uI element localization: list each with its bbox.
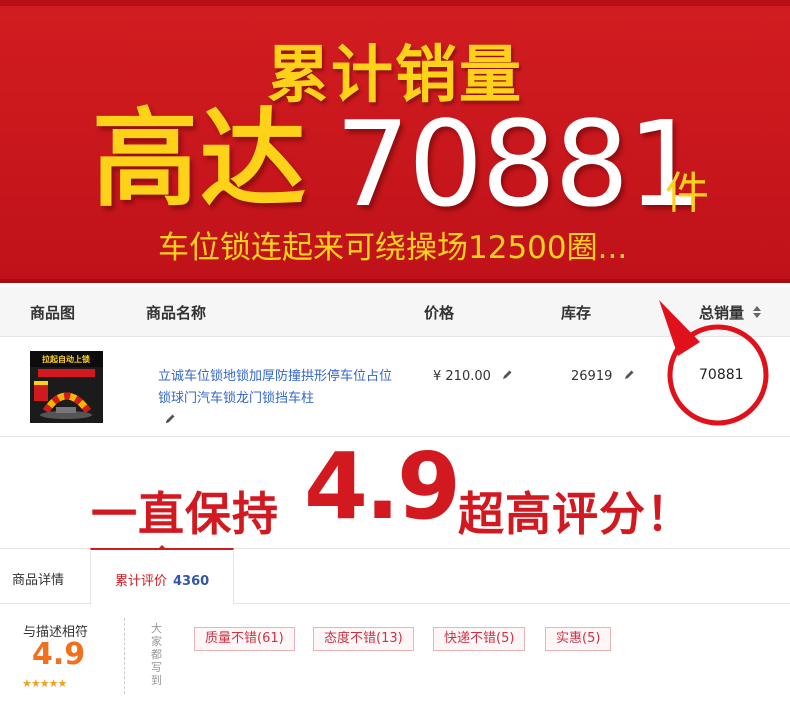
everyone-writes-label: 大家都写到 — [151, 622, 162, 687]
price-cell: ¥ 210.00 — [433, 369, 513, 384]
price-value: ¥ 210.00 — [433, 369, 491, 384]
rating-banner-suffix: 超高评分！ — [458, 487, 693, 541]
review-tag-quality[interactable]: 质量不错(61) — [194, 627, 295, 651]
banner-top-stripe — [0, 0, 790, 6]
tab-bar: 商品详情 累计评价 4360 — [0, 548, 790, 605]
sort-icon[interactable] — [752, 304, 762, 320]
banner-unit: 件 — [665, 168, 709, 219]
header-price: 价格 — [424, 304, 455, 322]
desc-match-score: 4.9 — [32, 637, 86, 672]
rating-stars-icon: ★★★★★ — [22, 677, 67, 690]
active-tab-caret-icon — [157, 545, 167, 550]
table-header: 商品图 商品名称 价格 库存 总销量 — [0, 287, 790, 337]
thumb-caption: 拉起自动上锁 — [42, 354, 90, 364]
tab-reviews[interactable]: 累计评价 4360 — [90, 548, 234, 605]
edit-stock-icon[interactable] — [623, 369, 635, 381]
product-name[interactable]: 立诚车位锁地锁加厚防撞拱形停车位占位锁球门汽车锁龙门锁挡车柱 — [158, 369, 392, 406]
tab-product-detail[interactable]: 商品详情 — [0, 549, 90, 605]
rating-banner-score: 4.9 — [304, 433, 461, 540]
banner-subtitle: 车位锁连起来可绕操场12500圈... — [158, 230, 628, 266]
header-image: 商品图 — [30, 304, 76, 322]
total-sales-value: 70881 — [699, 367, 744, 383]
product-thumbnail[interactable]: 拉起自动上锁 — [30, 351, 103, 423]
review-count: 4360 — [173, 574, 210, 589]
product-name-link[interactable]: 立诚车位锁地锁加厚防撞拱形停车位占位锁球门汽车锁龙门锁挡车柱 — [158, 366, 398, 432]
rating-banner-prefix: 一直保持 — [91, 487, 279, 541]
stock-cell: 26919 — [571, 369, 635, 384]
tab-detail-label: 商品详情 — [12, 573, 65, 588]
tab-review-label: 累计评价 — [115, 574, 168, 589]
banner-prefix: 高达 — [92, 98, 308, 221]
edit-name-icon[interactable] — [164, 413, 176, 425]
header-stock: 库存 — [561, 304, 592, 322]
edit-price-icon[interactable] — [501, 369, 513, 381]
summary-divider — [124, 618, 125, 694]
review-tag-delivery[interactable]: 快递不错(5) — [433, 627, 526, 651]
product-image: 拉起自动上锁 — [30, 351, 103, 423]
banner-sales-number: 70881 — [335, 95, 702, 233]
header-sales[interactable]: 总销量 — [699, 302, 744, 323]
review-tag-attitude[interactable]: 态度不错(13) — [313, 627, 414, 651]
stock-value: 26919 — [571, 369, 613, 384]
review-tag-value[interactable]: 实惠(5) — [545, 627, 612, 651]
header-name: 商品名称 — [146, 304, 207, 322]
